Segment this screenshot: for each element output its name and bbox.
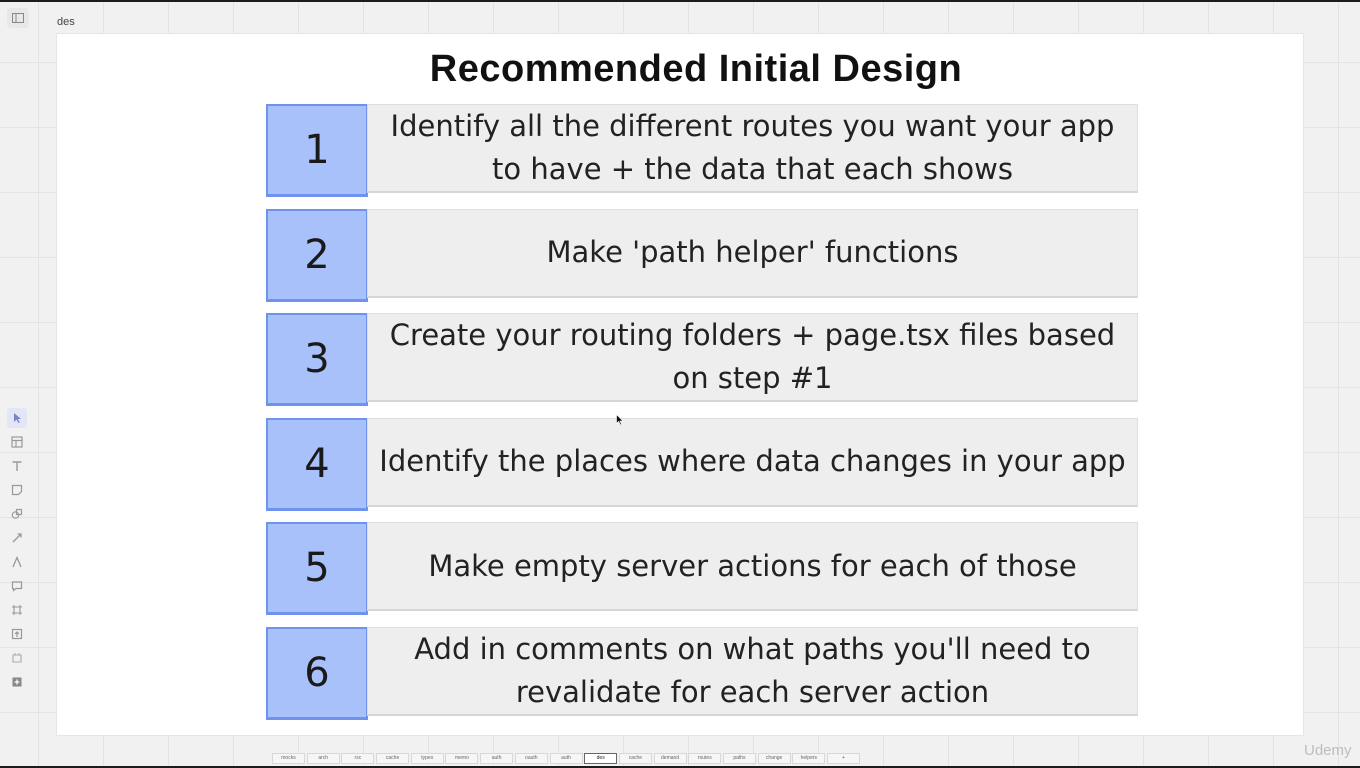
frame-tab[interactable]: paths bbox=[722, 753, 756, 764]
sticky-note-tool[interactable] bbox=[7, 480, 27, 500]
step-text: Make empty server actions for each of th… bbox=[367, 522, 1138, 611]
mouse-cursor-icon bbox=[616, 414, 624, 426]
frame-tab[interactable]: helpers bbox=[792, 753, 826, 764]
template-tool[interactable] bbox=[7, 432, 27, 452]
frame-tab[interactable]: change bbox=[757, 753, 791, 764]
frame-icon bbox=[12, 605, 22, 615]
sidebar-icon bbox=[12, 13, 24, 23]
step-text: Identify the places where data changes i… bbox=[367, 417, 1138, 507]
frame-label[interactable]: des bbox=[57, 16, 75, 28]
frame-tab[interactable]: cache bbox=[376, 753, 410, 764]
comment-icon bbox=[11, 581, 23, 592]
shapes-icon bbox=[11, 508, 23, 519]
frame-tab[interactable]: arch bbox=[306, 753, 340, 764]
text-icon bbox=[12, 461, 22, 471]
sticky-note-icon bbox=[11, 484, 23, 496]
frame-tabs: mocks arch rsc cache types memo auth oau… bbox=[272, 753, 862, 765]
udemy-watermark: Udemy bbox=[1304, 742, 1352, 759]
frame-tab[interactable]: types bbox=[410, 753, 444, 764]
connector-tool[interactable] bbox=[7, 528, 27, 548]
step-number: 5 bbox=[266, 522, 368, 615]
step-number: 1 bbox=[266, 104, 368, 197]
step-2[interactable]: 2 Make 'path helper' functions bbox=[266, 208, 1140, 302]
more-icon bbox=[12, 653, 22, 663]
frame-tool[interactable] bbox=[7, 600, 27, 620]
frame-tab[interactable]: cache bbox=[618, 753, 652, 764]
slide-title: Recommended Initial Design bbox=[429, 48, 963, 90]
step-4[interactable]: 4 Identify the places where data changes… bbox=[266, 417, 1140, 511]
pen-tool[interactable] bbox=[7, 552, 27, 572]
step-number: 6 bbox=[266, 626, 368, 720]
step-number: 3 bbox=[266, 313, 368, 406]
sidebar-toggle-button[interactable] bbox=[7, 8, 29, 28]
upload-tool[interactable] bbox=[7, 624, 27, 644]
shapes-tool[interactable] bbox=[7, 504, 27, 524]
step-text: Make 'path helper' functions bbox=[367, 208, 1138, 298]
frame-tab[interactable]: rsc bbox=[341, 753, 375, 764]
template-icon bbox=[11, 436, 23, 448]
connector-icon bbox=[12, 533, 22, 543]
apps-icon bbox=[12, 677, 22, 687]
more-tool[interactable] bbox=[7, 648, 27, 668]
pen-icon bbox=[12, 556, 22, 568]
frame-tab[interactable]: demand bbox=[653, 753, 687, 764]
select-icon bbox=[14, 413, 21, 423]
step-text: Add in comments on what paths you'll nee… bbox=[367, 626, 1138, 716]
frame-tab[interactable]: routes bbox=[688, 753, 722, 764]
frame-tab[interactable]: oauth bbox=[514, 753, 548, 764]
select-tool[interactable] bbox=[7, 408, 27, 428]
upload-icon bbox=[11, 628, 23, 640]
apps-tool[interactable] bbox=[7, 672, 27, 692]
step-text: Identify all the different routes you wa… bbox=[367, 104, 1138, 193]
comment-tool[interactable] bbox=[7, 576, 27, 596]
step-number: 2 bbox=[266, 208, 368, 302]
frame-tab[interactable]: mocks bbox=[272, 753, 305, 764]
step-3[interactable]: 3 Create your routing folders + page.tsx… bbox=[266, 313, 1140, 406]
frame-tab[interactable]: memo bbox=[445, 753, 479, 764]
step-text: Create your routing folders + page.tsx f… bbox=[367, 313, 1138, 402]
frame-tab[interactable]: auth bbox=[480, 753, 514, 764]
step-1[interactable]: 1 Identify all the different routes you … bbox=[266, 104, 1140, 197]
step-5[interactable]: 5 Make empty server actions for each of … bbox=[266, 522, 1140, 615]
step-6[interactable]: 6 Add in comments on what paths you'll n… bbox=[266, 626, 1140, 720]
step-number: 4 bbox=[266, 417, 368, 511]
left-toolbar bbox=[6, 408, 28, 696]
text-tool[interactable] bbox=[7, 456, 27, 476]
top-border bbox=[0, 0, 1360, 2]
frame-tab[interactable]: auth bbox=[549, 753, 583, 764]
frame-tab-active[interactable]: des bbox=[584, 753, 618, 764]
add-frame-tab[interactable]: + bbox=[827, 753, 860, 764]
